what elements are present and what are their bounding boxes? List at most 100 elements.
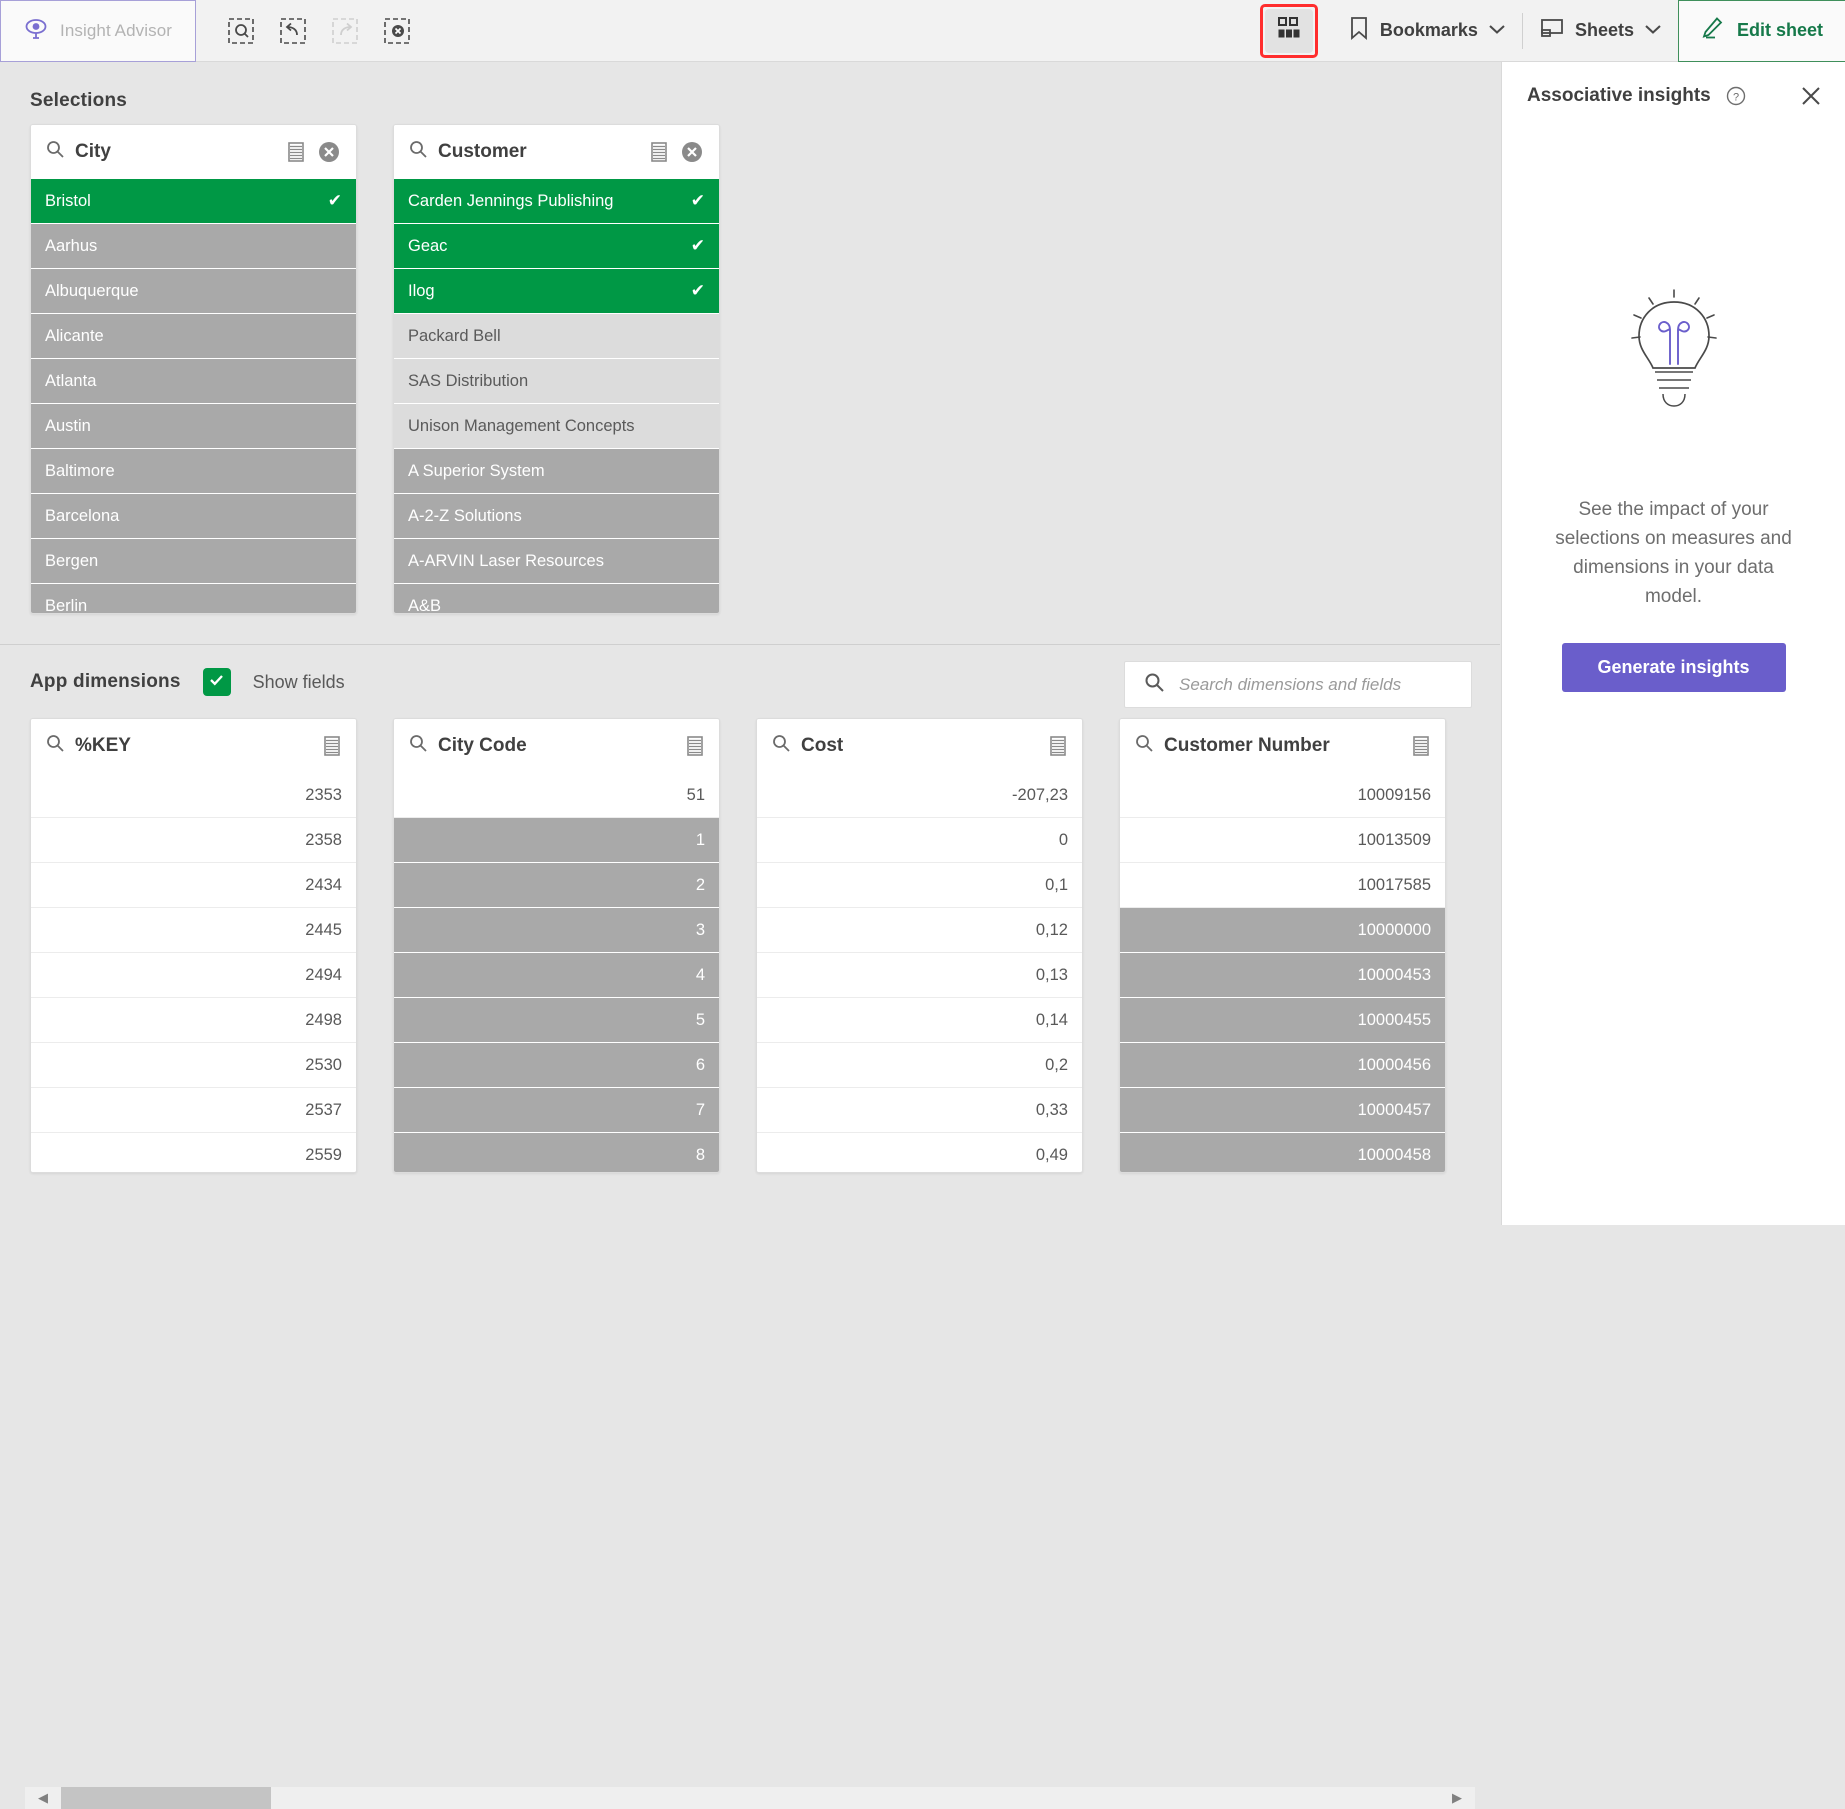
dimension-search-input[interactable]: Search dimensions and fields <box>1124 661 1472 708</box>
dimension-row-label: 2445 <box>305 920 342 939</box>
checkmark-icon: ✔ <box>690 281 705 300</box>
dimension-row[interactable]: 2537 <box>31 1088 356 1133</box>
search-icon[interactable] <box>45 733 65 758</box>
insight-advisor-button[interactable]: Insight Advisor <box>0 0 196 62</box>
search-icon[interactable] <box>408 733 428 758</box>
dimension-row[interactable]: 0,13 <box>757 953 1082 998</box>
dimension-row[interactable]: -207,23 <box>757 773 1082 818</box>
dimension-row[interactable]: 0,1 <box>757 863 1082 908</box>
listbox-menu-icon[interactable] <box>649 141 669 163</box>
dimension-row[interactable]: 0,12 <box>757 908 1082 953</box>
dimension-row-label: 10017585 <box>1357 875 1431 894</box>
listbox-menu-icon[interactable] <box>286 141 306 163</box>
bookmarks-button[interactable]: Bookmarks <box>1332 0 1522 62</box>
dimension-row[interactable]: 10000456 <box>1120 1043 1445 1088</box>
dimension-row[interactable]: 10000000 <box>1120 908 1445 953</box>
dimension-row[interactable]: 7 <box>394 1088 719 1133</box>
dimension-row[interactable]: 51 <box>394 773 719 818</box>
listbox-row[interactable]: Baltimore <box>31 449 356 494</box>
listbox-row[interactable]: A&B <box>394 584 719 613</box>
listbox-row[interactable]: Alicante <box>31 314 356 359</box>
dimension-row[interactable]: 2353 <box>31 773 356 818</box>
listbox-row[interactable]: Geac ✔ <box>394 224 719 269</box>
search-selections-icon[interactable] <box>224 14 258 48</box>
clear-all-selections-icon[interactable] <box>380 14 414 48</box>
dimension-row[interactable]: 5 <box>394 998 719 1043</box>
dimension-row[interactable]: 10013509 <box>1120 818 1445 863</box>
dimension-row[interactable]: 2494 <box>31 953 356 998</box>
search-icon[interactable] <box>771 733 791 758</box>
listbox-menu-icon[interactable] <box>1411 735 1431 757</box>
listbox-row-label: A Superior System <box>408 461 545 480</box>
listbox-row[interactable]: Bergen <box>31 539 356 584</box>
dimension-row[interactable]: 10000453 <box>1120 953 1445 998</box>
step-back-icon[interactable] <box>276 14 310 48</box>
close-icon[interactable] <box>1799 84 1823 108</box>
dimension-row[interactable]: 10000455 <box>1120 998 1445 1043</box>
dimension-row[interactable]: 2445 <box>31 908 356 953</box>
search-icon[interactable] <box>408 139 428 164</box>
listbox-row[interactable]: SAS Distribution <box>394 359 719 404</box>
dimension-card-customer-number-title: Customer Number <box>1164 734 1330 756</box>
help-circle-icon[interactable]: ? <box>1725 85 1747 107</box>
dimension-row[interactable]: 10000457 <box>1120 1088 1445 1133</box>
listbox-row[interactable]: Packard Bell <box>394 314 719 359</box>
listbox-menu-icon[interactable] <box>685 735 705 757</box>
listbox-row[interactable]: Austin <box>31 404 356 449</box>
step-forward-icon <box>328 14 362 48</box>
dimension-row[interactable]: 4 <box>394 953 719 998</box>
listbox-row-label: Aarhus <box>45 236 98 255</box>
dimension-row[interactable]: 0,49 <box>757 1133 1082 1172</box>
clear-selection-icon[interactable] <box>316 139 342 165</box>
listbox-row-label: Baltimore <box>45 461 115 480</box>
listbox-row[interactable]: Unison Management Concepts <box>394 404 719 449</box>
dimension-row[interactable]: 10009156 <box>1120 773 1445 818</box>
dimension-row[interactable]: 0,2 <box>757 1043 1082 1088</box>
scrollbar-track[interactable] <box>61 1787 1439 1809</box>
dimension-row[interactable]: 1 <box>394 818 719 863</box>
dimension-row[interactable]: 6 <box>394 1043 719 1088</box>
scrollbar-thumb[interactable] <box>61 1787 271 1809</box>
listbox-menu-icon[interactable] <box>1048 735 1068 757</box>
dimension-row[interactable]: 10000458 <box>1120 1133 1445 1172</box>
show-fields-checkbox[interactable] <box>202 668 231 696</box>
dimension-row[interactable]: 2559 <box>31 1133 356 1172</box>
clear-selection-icon[interactable] <box>679 139 705 165</box>
listbox-row[interactable]: Ilog ✔ <box>394 269 719 314</box>
dimension-row[interactable]: 2498 <box>31 998 356 1043</box>
listbox-row[interactable]: Bristol ✔ <box>31 179 356 224</box>
dimension-row[interactable]: 10017585 <box>1120 863 1445 908</box>
dimension-row[interactable]: 2530 <box>31 1043 356 1088</box>
dimension-row[interactable]: 0,14 <box>757 998 1082 1043</box>
dimension-row[interactable]: 2358 <box>31 818 356 863</box>
listbox-menu-icon[interactable] <box>322 735 342 757</box>
edit-sheet-button[interactable]: Edit sheet <box>1677 0 1845 62</box>
listbox-row-label: Alicante <box>45 326 104 345</box>
listbox-row-label: Unison Management Concepts <box>408 416 635 435</box>
dimension-row[interactable]: 2434 <box>31 863 356 908</box>
listbox-row[interactable]: Atlanta <box>31 359 356 404</box>
dimension-row[interactable]: 3 <box>394 908 719 953</box>
sheets-button[interactable]: Sheets <box>1523 0 1678 62</box>
scroll-right-arrow-icon[interactable]: ▶ <box>1439 1790 1475 1806</box>
dimension-row[interactable]: 0,33 <box>757 1088 1082 1133</box>
search-icon[interactable] <box>1134 733 1154 758</box>
listbox-row[interactable]: Barcelona <box>31 494 356 539</box>
listbox-row[interactable]: A-2-Z Solutions <box>394 494 719 539</box>
listbox-row[interactable]: Albuquerque <box>31 269 356 314</box>
dimension-row[interactable]: 2 <box>394 863 719 908</box>
dimension-row[interactable]: 0 <box>757 818 1082 863</box>
search-icon[interactable] <box>45 139 65 164</box>
listbox-row[interactable]: Aarhus <box>31 224 356 269</box>
bookmark-icon <box>1348 15 1370 46</box>
listbox-row[interactable]: Berlin <box>31 584 356 613</box>
scroll-left-arrow-icon[interactable]: ◀ <box>25 1790 61 1806</box>
listbox-row[interactable]: A Superior System <box>394 449 719 494</box>
dimensions-horizontal-scrollbar[interactable]: ◀ ▶ <box>25 1787 1475 1809</box>
selection-tools-group <box>196 0 414 61</box>
listbox-row[interactable]: Carden Jennings Publishing ✔ <box>394 179 719 224</box>
dimension-row[interactable]: 8 <box>394 1133 719 1172</box>
listbox-row[interactable]: A-ARVIN Laser Resources <box>394 539 719 584</box>
generate-insights-button[interactable]: Generate insights <box>1561 643 1786 692</box>
selections-tool-button[interactable] <box>1264 8 1313 53</box>
